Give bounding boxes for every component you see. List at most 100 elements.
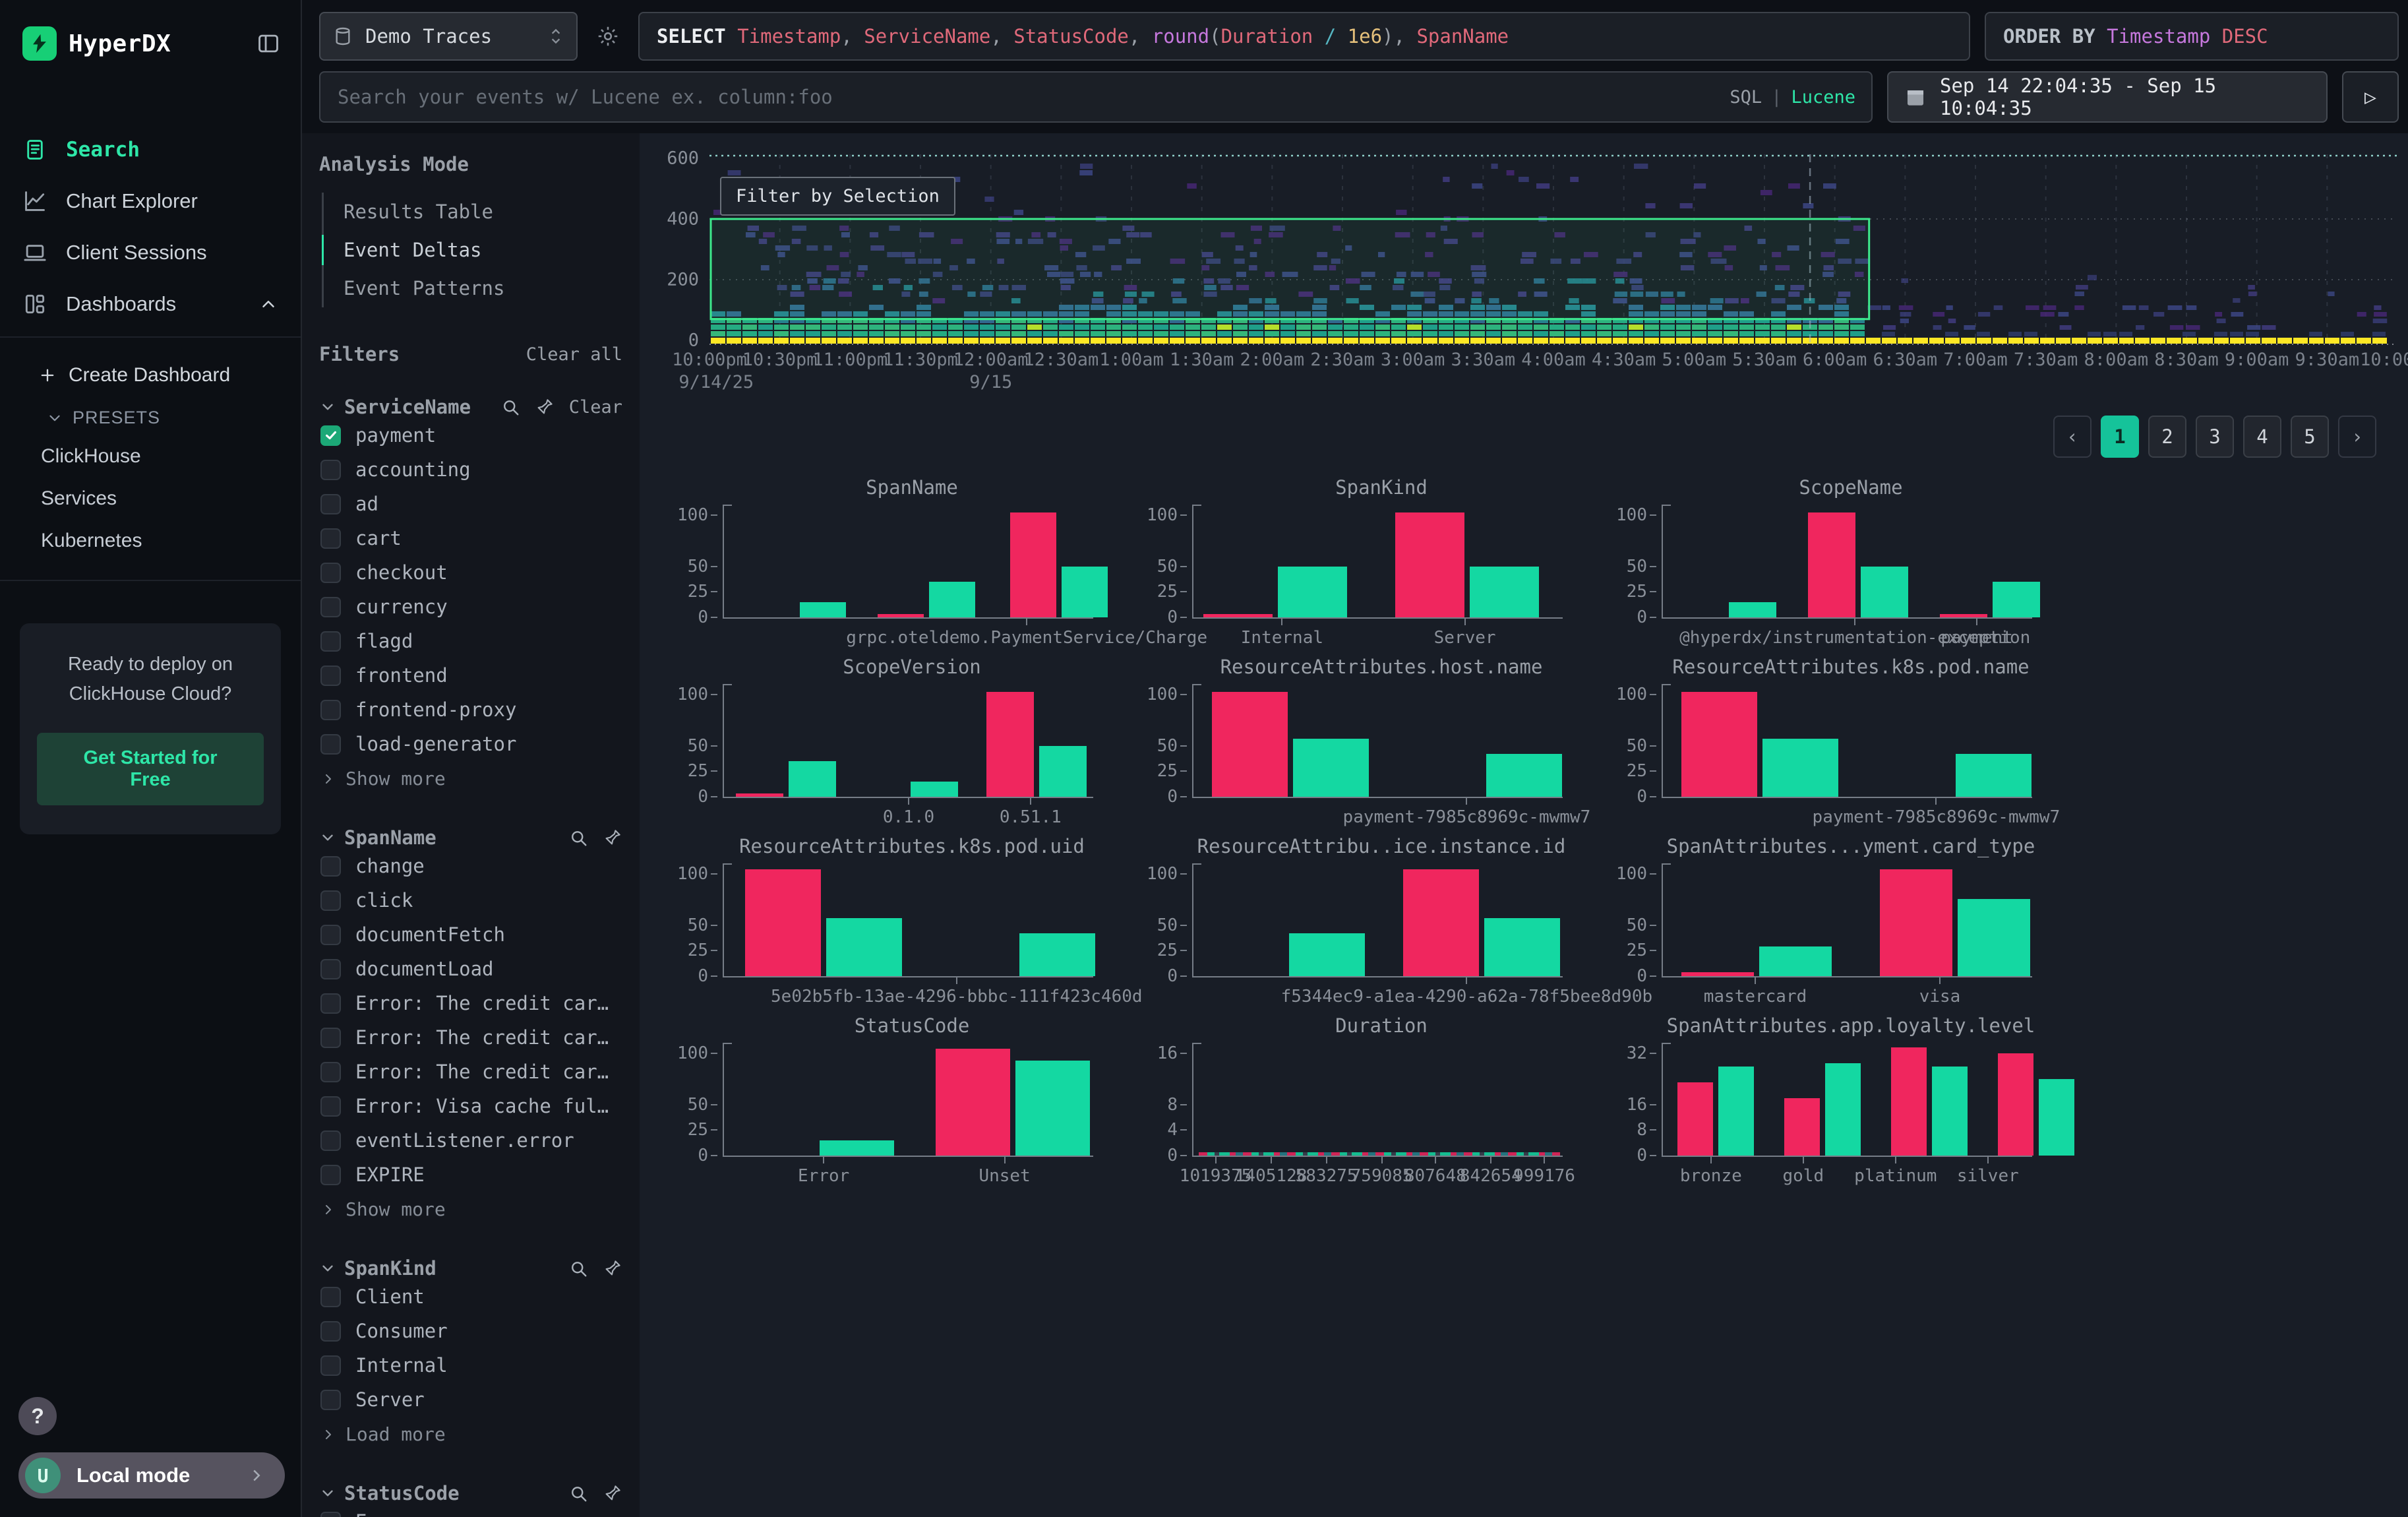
filter-option-accounting[interactable]: accounting [319, 452, 622, 487]
checkbox[interactable] [320, 1390, 341, 1410]
heatmap-plot[interactable]: Filter by Selection [709, 150, 2397, 346]
heatmap-canvas[interactable] [709, 150, 2397, 346]
filter-group-name-spankind[interactable]: SpanKind [319, 1257, 558, 1280]
bar-red[interactable] [1010, 512, 1056, 617]
filter-option-flagd[interactable]: flagd [319, 624, 622, 658]
filter-option-error-visa-cache-full-[interactable]: Error: Visa cache full: … [319, 1089, 622, 1123]
pagination-prev[interactable]: ‹ [2053, 416, 2092, 458]
filter-option-ad[interactable]: ad [319, 487, 622, 521]
bar-green[interactable] [1039, 746, 1087, 797]
filter-group-servicename-more[interactable]: Show more [319, 761, 622, 796]
filter-option-click[interactable]: click [319, 883, 622, 917]
pin-icon[interactable] [603, 1258, 622, 1278]
filter-option-consumer[interactable]: Consumer [319, 1314, 622, 1348]
bar-green[interactable] [1861, 567, 1908, 617]
local-mode-pill[interactable]: U Local mode [18, 1452, 285, 1499]
checkbox[interactable] [320, 1062, 341, 1082]
checkbox[interactable] [320, 1287, 341, 1307]
checkbox[interactable] [320, 925, 341, 945]
filter-option-eventlistener-error[interactable]: eventListener.error [319, 1123, 622, 1158]
bar-green[interactable] [1486, 754, 1562, 797]
filter-group-clear[interactable]: Clear [569, 397, 622, 418]
preset-link-kubernetes[interactable]: Kubernetes [0, 522, 301, 560]
search-icon[interactable] [568, 1258, 588, 1278]
filter-option-error-the-credit-card-[interactable]: Error: The credit card (… [319, 1020, 622, 1055]
checkbox[interactable] [320, 993, 341, 1014]
bar-green[interactable] [1958, 899, 2030, 976]
pagination-next[interactable]: › [2338, 416, 2376, 458]
clear-all-filters[interactable]: Clear all [526, 344, 622, 365]
pagination-page-3[interactable]: 3 [2196, 416, 2234, 458]
filter-option-cart[interactable]: cart [319, 521, 622, 555]
bar-red[interactable] [745, 869, 821, 976]
bar-green[interactable] [1278, 567, 1347, 617]
date-range-picker[interactable]: Sep 14 22:04:35 - Sep 15 10:04:35 [1887, 71, 2328, 123]
filter-option-currency[interactable]: currency [319, 590, 622, 624]
help-button[interactable]: ? [18, 1397, 57, 1435]
bar-green[interactable] [1729, 602, 1776, 617]
sidebar-item-dashboards[interactable]: Dashboards [0, 278, 301, 330]
bar-green[interactable] [1956, 754, 2032, 797]
lucene-mode-option[interactable]: Lucene [1791, 87, 1855, 108]
filter-option-frontend-proxy[interactable]: frontend-proxy [319, 693, 622, 727]
bar-red[interactable] [1395, 512, 1464, 617]
filter-option-frontend[interactable]: frontend [319, 658, 622, 693]
checkbox[interactable] [320, 425, 341, 446]
checkbox[interactable] [320, 666, 341, 686]
bar-green[interactable] [1825, 1063, 1861, 1156]
filter-option-change[interactable]: change [319, 849, 622, 883]
bar-green[interactable] [1019, 933, 1095, 976]
checkbox[interactable] [320, 494, 341, 514]
bar-red[interactable] [1403, 869, 1479, 976]
filter-option-client[interactable]: Client [319, 1280, 622, 1314]
search-icon[interactable] [568, 828, 588, 848]
filter-group-spankind-more[interactable]: Load more [319, 1417, 622, 1452]
checkbox[interactable] [320, 890, 341, 911]
bar-green[interactable] [789, 761, 836, 797]
bar-green[interactable] [2039, 1079, 2074, 1156]
bar-red[interactable] [1891, 1047, 1927, 1156]
sidebar-item-chart-explorer[interactable]: Chart Explorer [0, 175, 301, 227]
bar-red[interactable] [878, 614, 924, 617]
bar-red[interactable] [1677, 1082, 1713, 1156]
bar-red[interactable] [936, 1049, 1010, 1156]
bar-green[interactable] [800, 602, 846, 617]
filter-option-documentfetch[interactable]: documentFetch [319, 917, 622, 952]
bar-red[interactable] [1880, 869, 1952, 976]
filter-option-error-the-credit-card-[interactable]: Error: The credit card (… [319, 986, 622, 1020]
bar-red[interactable] [1681, 972, 1754, 976]
filter-group-name-servicename[interactable]: ServiceName [319, 396, 490, 418]
pagination-page-4[interactable]: 4 [2243, 416, 2281, 458]
checkbox[interactable] [320, 1355, 341, 1376]
sidebar-collapse-icon[interactable] [256, 31, 281, 56]
checkbox[interactable] [320, 959, 341, 979]
checkbox[interactable] [320, 597, 341, 617]
order-by-editor[interactable]: ORDER BY Timestamp DESC [1985, 12, 2399, 61]
gear-icon[interactable] [592, 12, 624, 61]
bar-green[interactable] [1289, 933, 1365, 976]
bar-red[interactable] [986, 692, 1034, 797]
sidebar-item-search[interactable]: Search [0, 124, 301, 175]
filter-option-error-the-credit-card-[interactable]: Error: The credit card (… [319, 1055, 622, 1089]
sql-select-editor[interactable]: SELECT Timestamp, ServiceName, StatusCod… [638, 12, 1970, 61]
bar-red[interactable] [1681, 692, 1757, 797]
bar-red[interactable] [1998, 1053, 2033, 1156]
checkbox[interactable] [320, 528, 341, 549]
checkbox[interactable] [320, 700, 341, 720]
checkbox[interactable] [320, 1130, 341, 1151]
checkbox[interactable] [320, 734, 341, 755]
bar-green[interactable] [1932, 1067, 1968, 1156]
checkbox[interactable] [320, 631, 341, 652]
analysis-mode-option-event-patterns[interactable]: Event Patterns [324, 269, 622, 307]
pin-icon[interactable] [535, 397, 555, 417]
pagination-page-1[interactable]: 1 [2101, 416, 2139, 458]
bar-green[interactable] [911, 782, 958, 797]
pin-icon[interactable] [603, 828, 622, 848]
bar-red[interactable] [1940, 614, 1987, 617]
search-icon[interactable] [568, 1483, 588, 1503]
bar-green[interactable] [1293, 739, 1369, 797]
run-query-button[interactable]: ▷ [2342, 71, 2399, 123]
filter-group-name-spanname[interactable]: SpanName [319, 826, 558, 849]
filter-by-selection-button[interactable]: Filter by Selection [720, 177, 955, 216]
bar-green[interactable] [1062, 567, 1108, 617]
